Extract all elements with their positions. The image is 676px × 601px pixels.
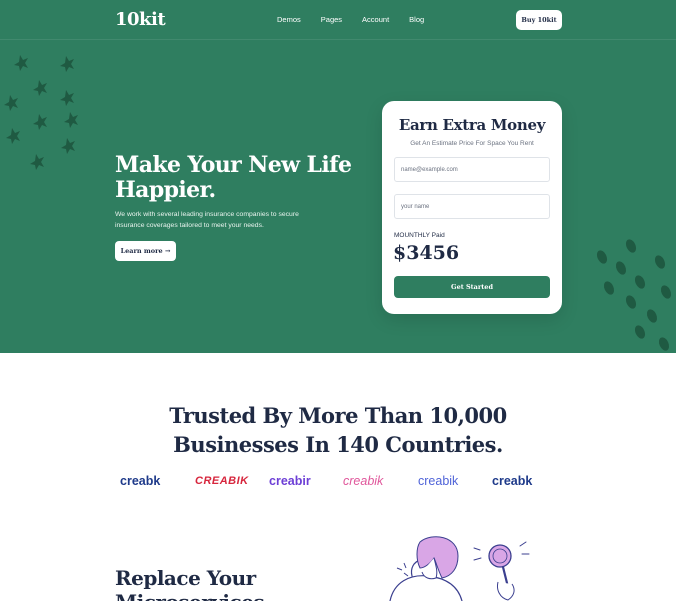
buy-button[interactable]: Buy 10kit: [516, 10, 562, 30]
name-field[interactable]: your name: [394, 194, 550, 219]
nav-links: Demos Pages Account Blog: [277, 15, 444, 24]
email-field[interactable]: name@example.com: [394, 157, 550, 182]
brand-logo-6: creabk: [492, 474, 533, 488]
brand-logo-1: creabk: [120, 474, 161, 488]
monthly-paid-label: MOUNTHLY Paid: [394, 232, 445, 239]
brand-logo-2: CREABIK: [195, 475, 249, 487]
nav-link-account[interactable]: Account: [362, 15, 389, 24]
brand-logo[interactable]: 10kit: [115, 9, 166, 30]
trusted-line-1: Trusted By More Than 10,000: [169, 403, 507, 428]
hero-subtitle: We work with several leading insurance c…: [115, 211, 299, 229]
trusted-heading: Trusted By More Than 10,000 Businesses I…: [0, 401, 676, 459]
hero-section: 10kit Demos Pages Account Blog Buy 10kit…: [0, 0, 676, 353]
trusted-line-2: Businesses In 140 Countries.: [173, 432, 503, 457]
price-value: $3456: [393, 242, 460, 264]
person-magnifier-illustration: [389, 536, 530, 601]
nav-link-pages[interactable]: Pages: [321, 15, 342, 24]
card-subtitle: Get An Estimate Price For Space You Rent: [410, 140, 534, 147]
get-started-button[interactable]: Get Started: [394, 276, 550, 298]
nav-link-blog[interactable]: Blog: [409, 15, 424, 24]
learn-more-button[interactable]: Learn more →: [115, 241, 176, 261]
brand-logo-4: creabik: [343, 474, 384, 488]
brand-logo-3: creabir: [269, 474, 311, 488]
brand-logos-row: creabk CREABIK creabir creabik creabik c…: [0, 474, 676, 492]
brand-logo-5: creabik: [418, 474, 459, 488]
estimate-card: Earn Extra Money Get An Estimate Price F…: [382, 101, 562, 314]
section-title: Replace Your Microservices: [115, 566, 265, 601]
card-title: Earn Extra Money: [398, 116, 546, 134]
x-mark-cluster: [4, 55, 78, 170]
hero-title: Make Your New Life Happier.: [115, 152, 352, 203]
top-navbar: 10kit Demos Pages Account Blog Buy 10kit: [0, 0, 676, 40]
nav-link-demos[interactable]: Demos: [277, 15, 301, 24]
leaf-cluster: [596, 239, 672, 351]
